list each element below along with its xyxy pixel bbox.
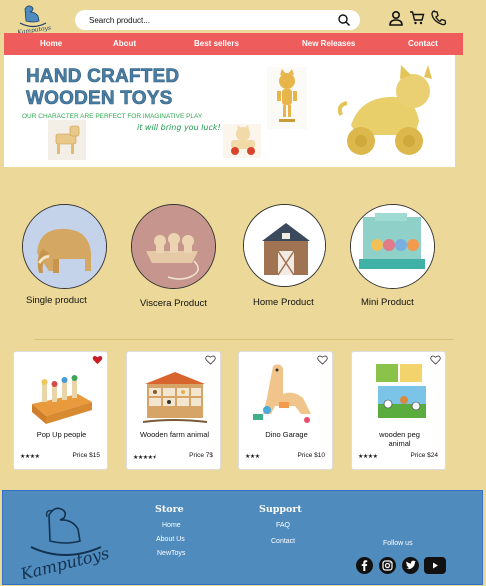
product-name: Dino Garage — [265, 430, 308, 439]
svg-text:Kamputoys: Kamputoys — [16, 25, 52, 33]
support-heading: Support — [259, 504, 302, 515]
wooden-cat-figure-image — [267, 67, 307, 129]
rating-stars-icon: ★★★★⯨ — [133, 455, 156, 461]
heart-filled-icon[interactable] — [92, 355, 103, 365]
logo-text: Kamputoys — [18, 543, 111, 579]
cart-icon[interactable] — [409, 10, 425, 26]
wooden-peg-animal-image — [360, 360, 439, 428]
footer-link-new-toys[interactable]: NewToys — [157, 550, 185, 557]
category-image — [131, 204, 216, 289]
product-name: Pop Up people — [36, 430, 87, 439]
wooden-cat-car-image — [223, 124, 261, 158]
section-divider — [34, 339, 454, 340]
wooden-barn-icon — [244, 205, 325, 286]
search-input[interactable] — [89, 13, 309, 27]
product-price: Price $10 — [297, 452, 325, 459]
hero-banner[interactable]: HAND CRAFTED WOODEN TOYS OUR CHARACTER A… — [4, 55, 455, 167]
nav-about[interactable]: About — [113, 33, 136, 55]
product-card[interactable]: wooden peg animal ★★★★ Price $24 — [351, 351, 446, 470]
category-label: Home Product — [253, 297, 314, 308]
heart-outline-icon[interactable] — [317, 355, 328, 365]
dino-garage-image — [247, 360, 326, 428]
product-price: Price $24 — [410, 452, 438, 459]
wooden-dog-toy-image — [48, 120, 86, 160]
site-header: Kamputoys — [0, 0, 486, 33]
site-footer: Kamputoys Store Home About Us NewToys Su… — [2, 490, 483, 585]
footer-link-contact[interactable]: Contact — [271, 538, 295, 545]
category-image — [22, 204, 107, 289]
store-heading: Store — [155, 504, 184, 515]
search-bar — [75, 10, 360, 30]
category-label: Single product — [26, 295, 87, 306]
rocking-horse-logo-icon[interactable]: Kamputoys — [15, 499, 115, 579]
instagram-icon[interactable] — [379, 557, 396, 574]
twitter-icon[interactable] — [402, 557, 419, 574]
product-card[interactable]: Wooden farm animal ★★★★⯨ Price 7$ — [126, 351, 221, 470]
search-icon[interactable] — [336, 12, 352, 28]
wooden-mammoth-icon — [23, 205, 106, 288]
follow-us-label: Follow us — [383, 540, 413, 547]
hero-title: HAND CRAFTED WOODEN TOYS — [26, 66, 180, 110]
product-name: Wooden farm animal — [139, 430, 210, 439]
product-name: wooden peg animal — [379, 430, 420, 448]
footer-link-faq[interactable]: FAQ — [276, 522, 290, 529]
footer-link-about-us[interactable]: About Us — [156, 536, 185, 543]
rating-stars-icon: ★★★★ — [20, 454, 40, 460]
peg-people-set-icon — [351, 205, 434, 288]
heart-outline-icon[interactable] — [430, 355, 441, 365]
product-price: Price 7$ — [189, 452, 213, 459]
wooden-ducks-icon — [132, 205, 215, 288]
wooden-cat-pull-toy-image — [325, 61, 453, 165]
phone-icon[interactable] — [431, 10, 447, 26]
hero-tagline: it will bring you luck! — [137, 123, 221, 132]
product-card[interactable]: Dino Garage ★★★ Price $10 — [238, 351, 333, 470]
facebook-icon[interactable] — [356, 557, 373, 574]
hero-subtitle: OUR CHARACTER ARE PERFECT FOR IMAGINATIV… — [22, 113, 203, 120]
user-icon[interactable] — [388, 10, 404, 26]
rating-stars-icon: ★★★★ — [358, 454, 378, 460]
pop-up-people-image — [22, 360, 101, 428]
rating-stars-icon: ★★★ — [245, 454, 260, 460]
category-label: Viscera Product — [140, 298, 207, 309]
category-image — [243, 204, 326, 287]
wooden-farm-animal-image — [135, 360, 214, 428]
footer-link-home[interactable]: Home — [162, 522, 181, 529]
main-nav: Home About Best sellers New Releases Con… — [4, 33, 463, 55]
category-image — [350, 204, 435, 289]
product-card[interactable]: Pop Up people ★★★★ Price $15 — [13, 351, 108, 470]
nav-contact[interactable]: Contact — [408, 33, 438, 55]
heart-outline-icon[interactable] — [205, 355, 216, 365]
nav-best-sellers[interactable]: Best sellers — [194, 33, 239, 55]
category-label: Mini Product — [361, 297, 414, 308]
nav-home[interactable]: Home — [40, 33, 62, 55]
product-price: Price $15 — [72, 452, 100, 459]
nav-new-releases[interactable]: New Releases — [302, 33, 355, 55]
youtube-icon[interactable] — [424, 557, 446, 574]
rocking-horse-logo-icon[interactable]: Kamputoys — [14, 3, 52, 33]
